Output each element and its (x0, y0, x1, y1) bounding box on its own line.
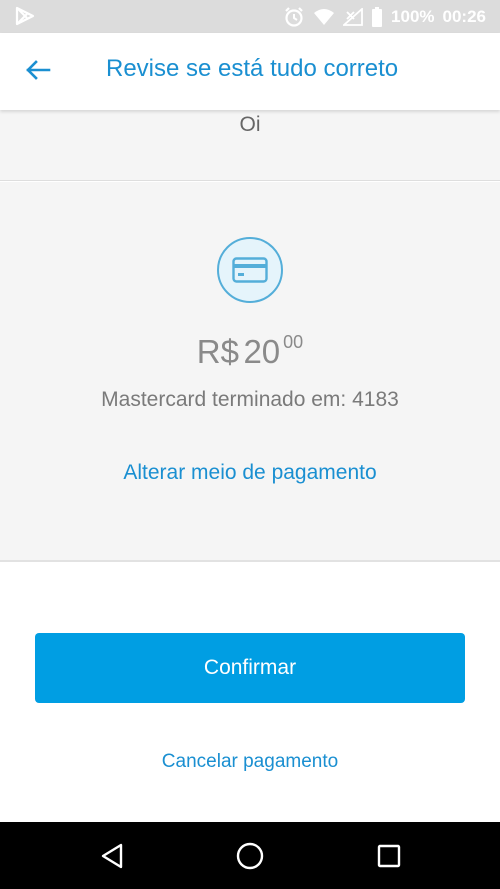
wifi-icon (313, 8, 335, 26)
back-triangle-icon[interactable] (95, 839, 129, 873)
payment-summary: R$ 20 00 Mastercard terminado em: 4183 Al… (0, 182, 500, 562)
amount-cents: 00 (283, 332, 304, 352)
home-circle-icon[interactable] (233, 839, 267, 873)
recents-square-icon[interactable] (372, 839, 406, 873)
back-button[interactable] (18, 53, 58, 91)
play-store-icon (14, 6, 36, 26)
change-payment-method-link[interactable]: Alterar meio de pagamento (0, 461, 500, 485)
operator-strip: Oi (0, 110, 500, 181)
alarm-icon (283, 6, 305, 28)
confirm-button[interactable]: Confirmar (35, 633, 465, 703)
amount-integer: 20 (243, 333, 281, 370)
payment-amount: R$ 20 00 (0, 332, 500, 371)
signal-icon (343, 7, 363, 26)
system-nav-bar (0, 822, 500, 889)
battery-icon (371, 6, 383, 27)
operator-name: Oi (239, 113, 261, 136)
status-bar: 100% 00:26 (0, 0, 500, 33)
battery-percent: 100% (391, 6, 435, 26)
cancel-payment-link[interactable]: Cancelar pagamento (0, 751, 500, 773)
clock: 00:26 (442, 6, 486, 26)
page-title: Revise se está tudo correto (106, 55, 399, 82)
arrow-left-icon (25, 59, 51, 86)
card-description: Mastercard terminado em: 4183 (101, 388, 399, 411)
status-icons: 100% 00:26 (283, 0, 486, 33)
credit-card-icon (217, 237, 283, 303)
amount-currency: R$ (196, 333, 239, 370)
app-bar: Revise se está tudo correto (0, 33, 500, 110)
